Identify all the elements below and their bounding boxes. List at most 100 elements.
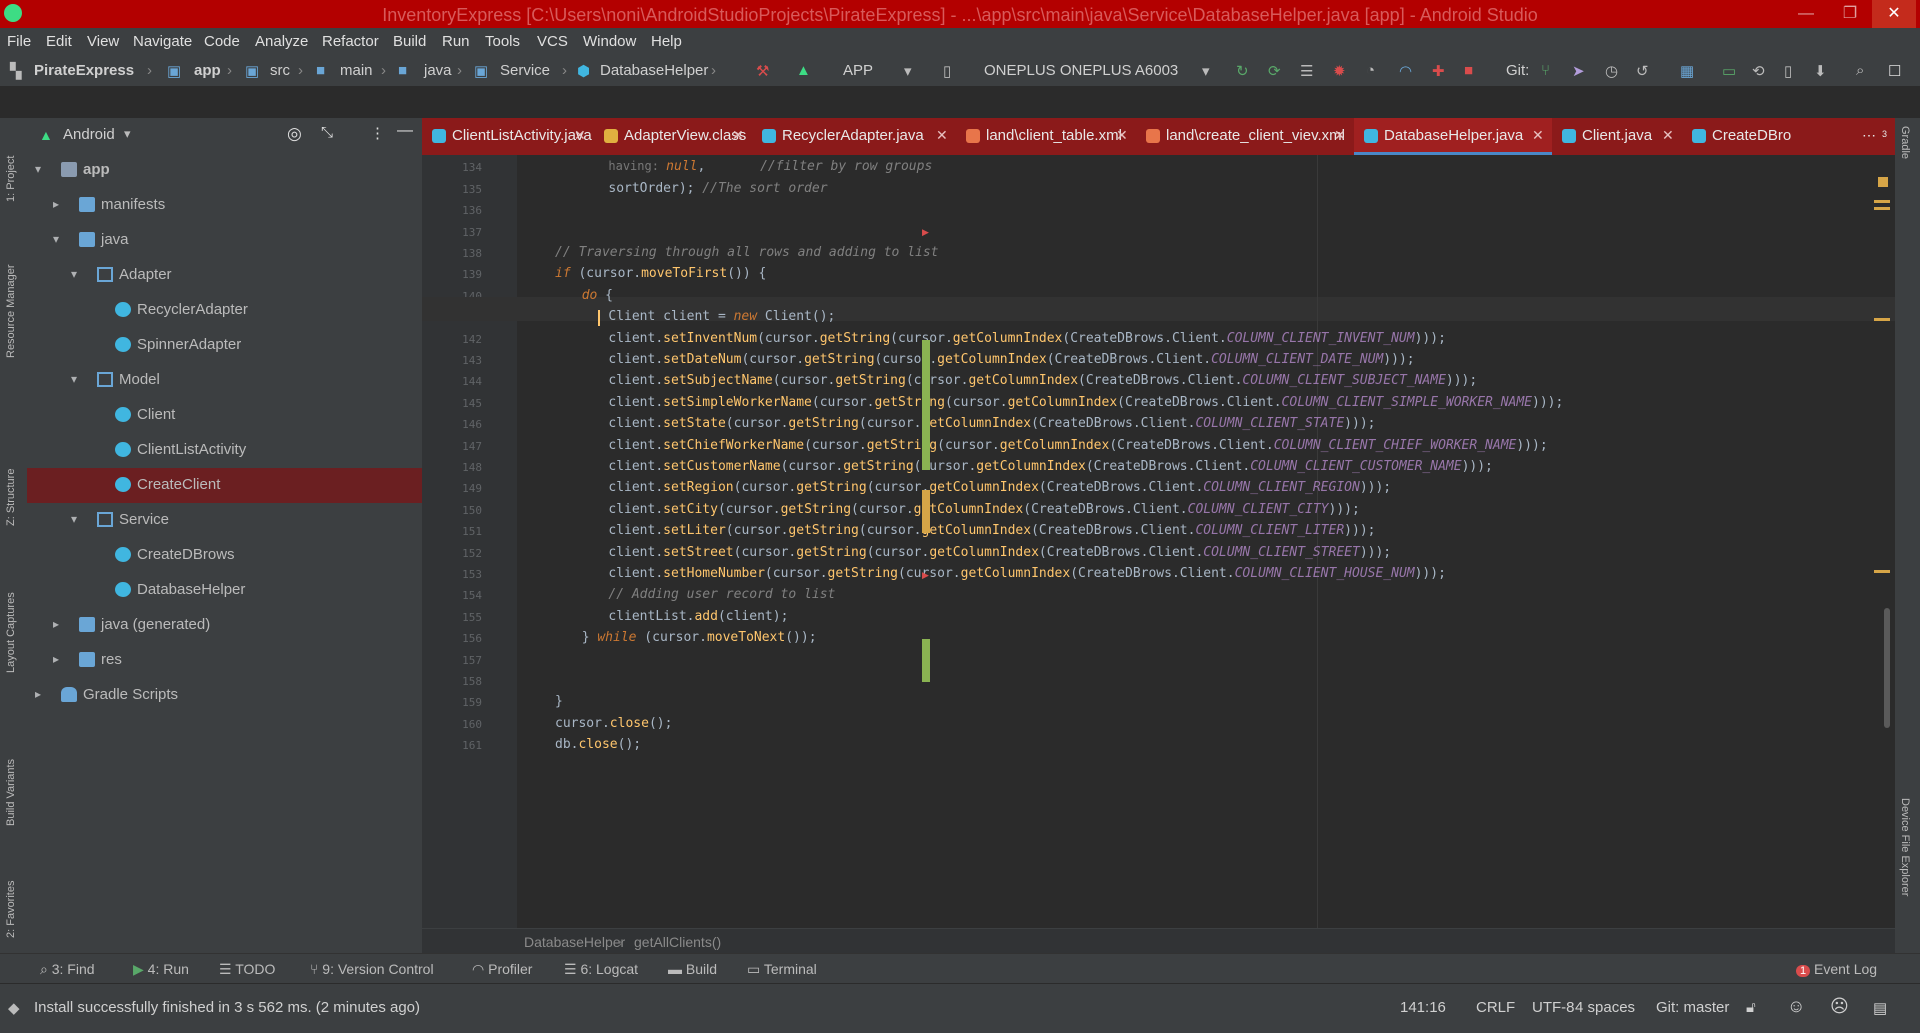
project-view-select[interactable]: Android	[63, 126, 115, 143]
breadcrumb-project[interactable]: PirateExpress	[34, 62, 134, 79]
close-tab-icon[interactable]: ✕	[1334, 127, 1346, 144]
run-config-select[interactable]: APP	[843, 62, 873, 79]
close-tab-icon[interactable]: ✕	[1116, 127, 1128, 144]
structure-tab[interactable]: Z: Structure	[5, 436, 17, 526]
chevron-down-icon[interactable]: ▾	[71, 372, 77, 386]
caret-position[interactable]: 141:16	[1400, 999, 1446, 1016]
hammer-icon[interactable]: ⚒	[756, 62, 769, 80]
editor-tab-recycleradapter-java[interactable]: RecyclerAdapter.java ✕	[752, 118, 956, 155]
debug-icon[interactable]: ✹	[1333, 62, 1346, 80]
chevron-right-icon[interactable]: ▸	[53, 617, 59, 631]
logcat-tool-button[interactable]: ☰ 6: Logcat	[564, 961, 638, 978]
event-log-button[interactable]: 1 Event Log	[1796, 961, 1877, 977]
sdk-manager-icon[interactable]: ⬇	[1814, 62, 1827, 80]
breadcrumb-service[interactable]: Service	[500, 62, 550, 79]
editor-tab-client-java[interactable]: Client.java ✕	[1552, 118, 1682, 155]
editor-tab-createdbro[interactable]: CreateDBro	[1682, 118, 1802, 155]
chevron-down-icon[interactable]: ▾	[71, 267, 77, 281]
breadcrumb-method[interactable]: getAllClients()	[634, 934, 721, 950]
breadcrumb-databasehelper[interactable]: DatabaseHelper	[600, 62, 708, 79]
chevron-down-icon[interactable]: ▾	[53, 232, 59, 246]
error-stripe-mark[interactable]	[1874, 200, 1890, 203]
run-list-icon[interactable]: ☰	[1300, 62, 1313, 80]
editor-tab-clientlistactivity-java[interactable]: ClientListActivity.java ✕	[422, 118, 594, 155]
chevron-down-icon[interactable]: ▾	[904, 62, 912, 80]
more-options-icon[interactable]: ⋮	[370, 124, 385, 142]
tree-item-recycleradapter[interactable]: RecyclerAdapter	[27, 293, 422, 328]
sync-gradle-icon[interactable]: ⟲	[1752, 62, 1765, 80]
close-button[interactable]: ✕	[1872, 0, 1916, 28]
code-editor[interactable]: 1331341351361371381391401411421431441451…	[422, 155, 1895, 928]
menu-code[interactable]: Code	[204, 33, 240, 50]
tree-item-java-generated-[interactable]: ▸ java (generated)	[27, 608, 422, 643]
run-tool-button[interactable]: ▶ 4: Run	[133, 961, 189, 978]
close-tab-icon[interactable]: ✕	[936, 127, 948, 144]
menu-view[interactable]: View	[87, 33, 119, 50]
favorites-tab[interactable]: 2: Favorites	[5, 848, 17, 938]
attach-debugger-icon[interactable]: ✚	[1432, 62, 1445, 80]
build-variants-tab[interactable]: Build Variants	[5, 716, 17, 826]
gradle-tab[interactable]: Gradle	[1899, 126, 1911, 196]
apply-code-changes-icon[interactable]: ⟳	[1268, 62, 1281, 80]
project-structure-icon[interactable]: ▦	[1680, 62, 1694, 80]
find-tool-button[interactable]: ⌕ 3: Find	[40, 961, 95, 978]
tree-item-java[interactable]: ▾ java	[27, 223, 422, 258]
close-tab-icon[interactable]: ✕	[574, 127, 586, 144]
status-message[interactable]: Install successfully finished in 3 s 562…	[34, 999, 420, 1016]
history-icon[interactable]: ◷	[1605, 62, 1618, 80]
editor-tab-databasehelper-java[interactable]: DatabaseHelper.java ✕	[1354, 118, 1552, 155]
user-icon[interactable]: ☐	[1888, 62, 1901, 80]
menu-window[interactable]: Window	[583, 33, 636, 50]
terminal-icon[interactable]: ▭	[1722, 62, 1736, 80]
tree-item-databasehelper[interactable]: DatabaseHelper	[27, 573, 422, 608]
tree-item-gradle-scripts[interactable]: ▸ Gradle Scripts	[27, 678, 422, 713]
editor-tab-adapterview-class[interactable]: AdapterView.class ✕	[594, 118, 752, 155]
tree-item-model[interactable]: ▾ Model	[27, 363, 422, 398]
layout-captures-tab[interactable]: Layout Captures	[5, 563, 17, 673]
close-tab-icon[interactable]: ✕	[1532, 127, 1544, 144]
tree-item-spinneradapter[interactable]: SpinnerAdapter	[27, 328, 422, 363]
menu-file[interactable]: File	[7, 33, 31, 50]
menu-analyze[interactable]: Analyze	[255, 33, 308, 50]
profile-icon[interactable]: ◠	[1399, 62, 1412, 80]
menu-navigate[interactable]: Navigate	[133, 33, 192, 50]
menu-run[interactable]: Run	[442, 33, 470, 50]
maximize-button[interactable]: ❐	[1828, 0, 1872, 28]
smiley-icon[interactable]: ☺	[1787, 996, 1805, 1017]
stop-icon[interactable]: ■	[1464, 62, 1473, 79]
hide-panel-icon[interactable]: —	[397, 122, 413, 140]
chevron-right-icon[interactable]: ▸	[53, 197, 59, 211]
menu-build[interactable]: Build	[393, 33, 426, 50]
todo-tool-button[interactable]: ☰ TODO	[219, 961, 275, 978]
close-tab-icon[interactable]: ✕	[732, 127, 744, 144]
tree-item-clientlistactivity[interactable]: ClientListActivity	[27, 433, 422, 468]
more-tabs-icon[interactable]: ⋯	[1862, 127, 1876, 144]
lock-icon[interactable]: 🔓︎	[1746, 999, 1756, 1016]
chevron-down-icon[interactable]: ▾	[124, 126, 131, 142]
file-encoding[interactable]: UTF-8	[1532, 999, 1575, 1016]
resource-manager-tab[interactable]: Resource Manager	[5, 238, 17, 358]
breadcrumb-class[interactable]: DatabaseHelper	[524, 934, 625, 950]
project-tool-tab[interactable]: 1: Project	[5, 122, 17, 202]
search-icon[interactable]: ⌕	[1856, 62, 1864, 79]
tree-item-adapter[interactable]: ▾ Adapter	[27, 258, 422, 293]
tree-item-manifests[interactable]: ▸ manifests	[27, 188, 422, 223]
tree-item-service[interactable]: ▾ Service	[27, 503, 422, 538]
tree-item-app[interactable]: ▾ app	[27, 153, 422, 188]
vertical-scrollbar[interactable]	[1884, 608, 1890, 728]
rollback-icon[interactable]: ↺	[1636, 62, 1649, 80]
git-update-icon[interactable]: ⑂	[1541, 62, 1550, 79]
sad-face-icon[interactable]: ☹	[1830, 996, 1849, 1017]
device-file-explorer-tab[interactable]: Device File Explorer	[1899, 798, 1911, 948]
error-stripe-mark[interactable]	[1874, 570, 1890, 573]
warning-indicator[interactable]	[1878, 177, 1888, 187]
editor-tab-land-client-table-xml[interactable]: land\client_table.xml ✕	[956, 118, 1136, 155]
git-branch[interactable]: Git: master	[1656, 999, 1729, 1016]
line-separator[interactable]: CRLF	[1476, 999, 1515, 1016]
editor-tab-land-create-client-viev-xml[interactable]: land\create_client_viev.xml ✕	[1136, 118, 1354, 155]
minimize-button[interactable]: —	[1784, 0, 1828, 28]
indent-setting[interactable]: 4 spaces	[1575, 999, 1635, 1016]
breadcrumb-src[interactable]: src	[270, 62, 290, 79]
menu-refactor[interactable]: Refactor	[322, 33, 379, 50]
chevron-down-icon[interactable]: ▾	[35, 162, 41, 176]
